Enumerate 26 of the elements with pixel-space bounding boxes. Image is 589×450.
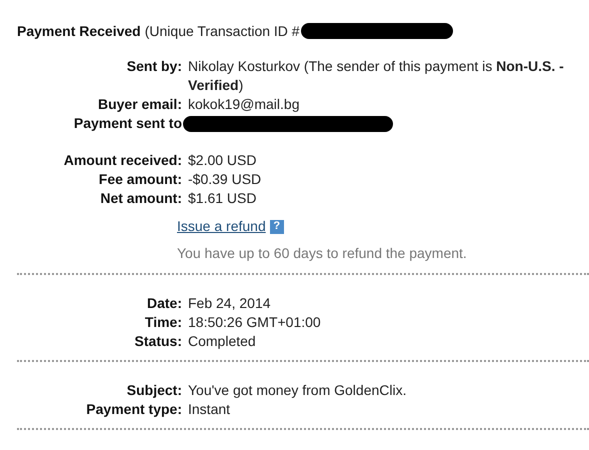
field-value: $2.00 USD [188, 152, 256, 168]
issue-refund-link[interactable]: Issue a refund [177, 216, 266, 237]
field-value: Nikolay Kosturkov (The sender of this payment is Non-U.S. - Verified) [188, 58, 564, 93]
field-value: Feb 24, 2014 [188, 295, 271, 311]
field-value: You've got money from GoldenClix. [188, 382, 406, 398]
refund-note: You have up to 60 days to refund the payment. [177, 244, 468, 263]
field-label: Date: [146, 295, 182, 311]
transaction-id-label: (Unique Transaction ID # [144, 22, 300, 41]
page-title: Payment Received [17, 22, 141, 41]
field-label: Status: [134, 333, 182, 349]
field-value: kokok19@mail.bg [188, 96, 300, 112]
field-label: Amount received: [64, 152, 182, 168]
field-value: -$0.39 USD [188, 171, 262, 187]
field-label: Payment type: [86, 401, 182, 417]
field-label: Buyer email: [98, 96, 182, 112]
field-label: Time: [144, 314, 182, 330]
field-label: Subject: [126, 382, 182, 398]
field-label: Payment sent to [74, 115, 182, 131]
field-label: Net amount: [100, 190, 182, 206]
field-value: Completed [188, 333, 256, 349]
field-label: Sent by: [126, 58, 182, 74]
field-value: $1.61 USD [188, 190, 256, 206]
field-value: Instant [188, 401, 230, 417]
help-icon[interactable]: ? [270, 220, 284, 234]
field-label: Fee amount: [98, 171, 182, 187]
field-value: 18:50:26 GMT+01:00 [188, 314, 321, 330]
